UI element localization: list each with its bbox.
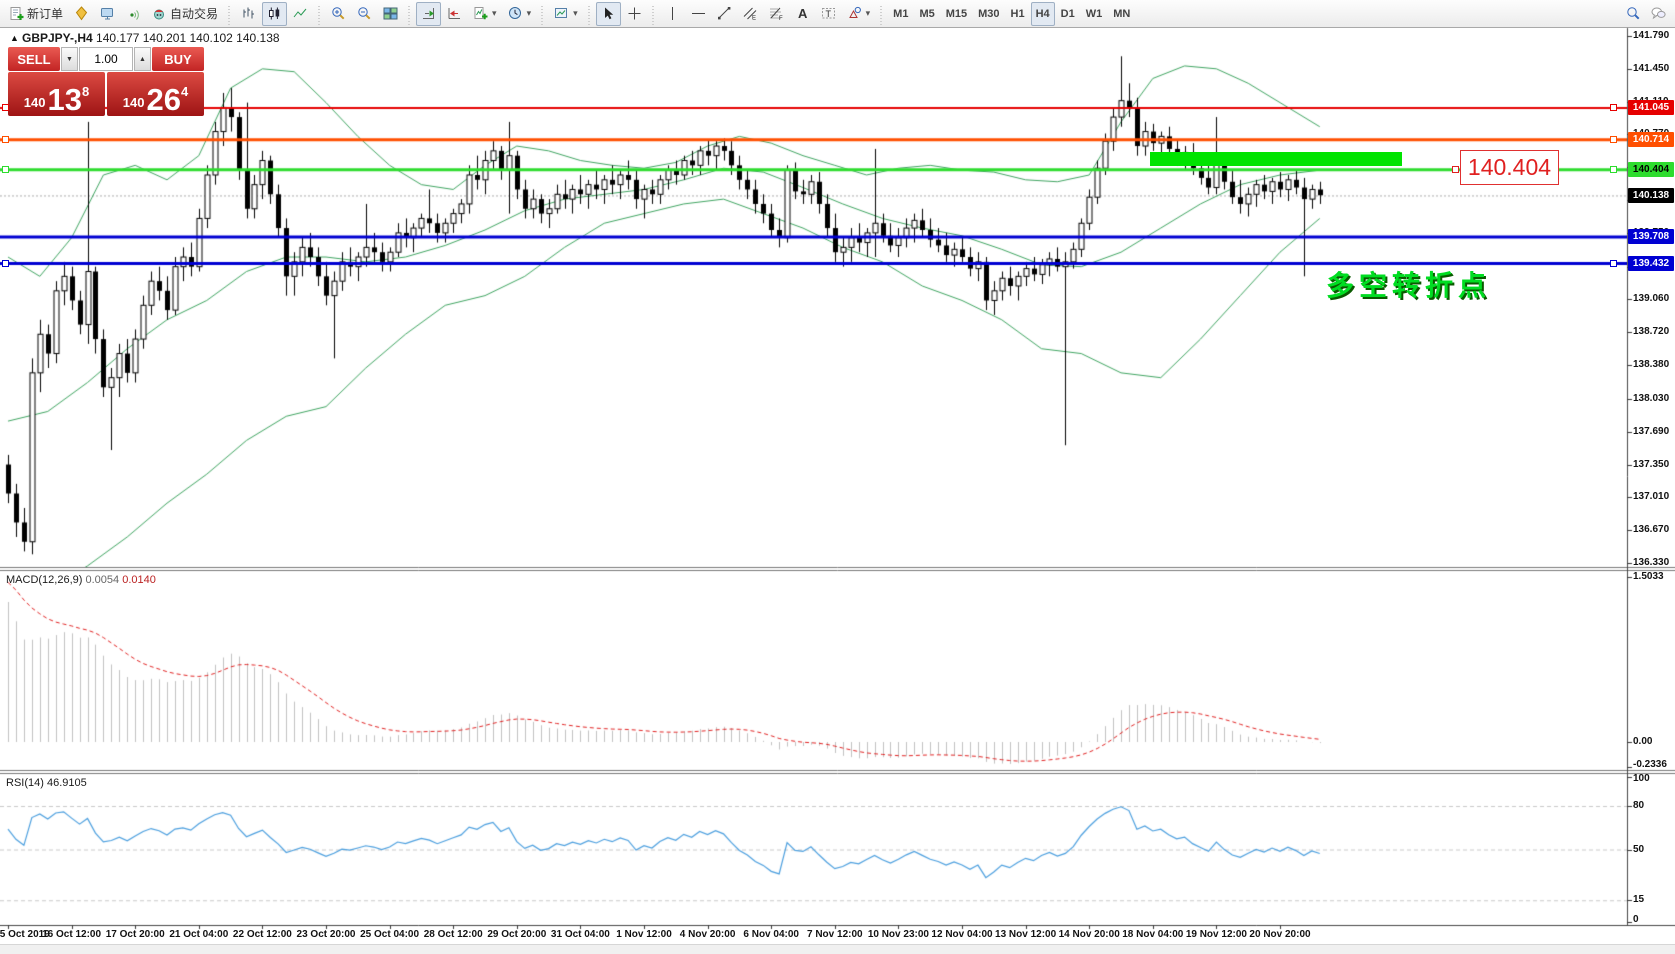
time-tick-label: 21 Oct 04:00 [169, 929, 228, 940]
hline-handle[interactable] [2, 104, 9, 111]
rsi-tick-label: 50 [1633, 844, 1644, 855]
one-click-collapse-icon[interactable]: ▲ [10, 33, 19, 43]
price-tick-label: 136.330 [1633, 557, 1669, 568]
macd-main-value: 0.0054 [85, 574, 119, 586]
time-tick-label: 17 Oct 20:00 [106, 929, 165, 940]
time-tick-label: 19 Nov 12:00 [1186, 929, 1247, 940]
price-tag-141.045: 141.045 [1628, 100, 1674, 115]
macd-name: MACD(12,26,9) [6, 574, 82, 586]
sell-price-big: 13 [47, 87, 81, 113]
volume-decrease-button[interactable]: ▼ [61, 47, 78, 71]
highlight-zone-object[interactable] [1150, 152, 1402, 166]
price-tag-140.714: 140.714 [1628, 132, 1674, 147]
price-tick-label: 137.690 [1633, 426, 1669, 437]
hline-handle[interactable] [2, 166, 9, 173]
terminal-window: 新订单自动交易▾▾▾EFAT▾M1M5M15M30H1H4D1W1MN ▲ GB… [0, 0, 1675, 954]
time-tick-label: 28 Oct 12:00 [424, 929, 483, 940]
hline-handle[interactable] [1610, 260, 1617, 267]
rsi-tick-label: 80 [1633, 800, 1644, 811]
price-tick-label: 137.350 [1633, 459, 1669, 470]
time-tick-label: 1 Nov 12:00 [616, 929, 672, 940]
time-tick-label: 13 Nov 12:00 [995, 929, 1056, 940]
rsi-tick-label: 15 [1633, 894, 1644, 905]
chart-canvas[interactable] [0, 0, 1675, 954]
time-tick-label: 29 Oct 20:00 [487, 929, 546, 940]
callout-anchor-handle[interactable] [1452, 166, 1459, 173]
hline-handle[interactable] [1610, 104, 1617, 111]
price-tick-label: 138.720 [1633, 326, 1669, 337]
price-tick-label: 141.790 [1633, 30, 1669, 41]
time-tick-label: 4 Nov 20:00 [680, 929, 736, 940]
macd-legend: MACD(12,26,9) 0.0054 0.0140 [6, 574, 156, 586]
time-tick-label: 14 Nov 20:00 [1059, 929, 1120, 940]
time-tick-label: 6 Nov 04:00 [743, 929, 799, 940]
macd-tick-label: -0.2336 [1633, 759, 1667, 770]
price-tag-140.138: 140.138 [1628, 188, 1674, 203]
price-tick-label: 138.380 [1633, 359, 1669, 370]
price-callout-label[interactable]: 140.404 [1460, 150, 1559, 185]
buy-price-main: 140 [123, 95, 145, 110]
time-tick-label: 23 Oct 20:00 [297, 929, 356, 940]
time-tick-label: 12 Nov 04:00 [931, 929, 992, 940]
buy-button[interactable]: BUY [152, 47, 204, 71]
time-tick-label: 10 Nov 23:00 [868, 929, 929, 940]
time-tick-label: 20 Nov 20:00 [1249, 929, 1310, 940]
one-click-trading-panel: SELL ▼ ▲ BUY 140 13 8 140 26 4 [8, 47, 204, 116]
price-tick-label: 138.030 [1633, 393, 1669, 404]
price-tick-label: 139.060 [1633, 293, 1669, 304]
time-tick-label: 25 Oct 04:00 [360, 929, 419, 940]
rsi-value: 46.9105 [47, 777, 87, 789]
hline-handle[interactable] [2, 260, 9, 267]
window-bottom-edge [0, 944, 1675, 954]
price-tick-label: 141.450 [1633, 63, 1669, 74]
macd-tick-label: 1.5033 [1633, 571, 1664, 582]
sell-price-main: 140 [24, 95, 46, 110]
rsi-tick-label: 100 [1633, 773, 1650, 784]
price-tag-140.404: 140.404 [1628, 162, 1674, 177]
symbol-title: GBPJPY-,H4 [22, 31, 93, 45]
time-tick-label: 16 Oct 12:00 [42, 929, 101, 940]
price-tag-139.708: 139.708 [1628, 229, 1674, 244]
hline-handle[interactable] [1610, 136, 1617, 143]
rsi-tick-label: 0 [1633, 914, 1639, 925]
time-tick-label: 31 Oct 04:00 [551, 929, 610, 940]
buy-price-sup: 4 [181, 84, 188, 99]
rsi-legend: RSI(14) 46.9105 [6, 777, 87, 789]
macd-tick-label: 0.00 [1633, 736, 1652, 747]
sell-button[interactable]: SELL [8, 47, 60, 71]
hline-handle[interactable] [2, 136, 9, 143]
volume-input[interactable] [79, 47, 133, 71]
price-tick-label: 137.010 [1633, 491, 1669, 502]
volume-increase-button[interactable]: ▲ [134, 47, 151, 71]
ohlc-values: 140.177 140.201 140.102 140.138 [96, 31, 280, 45]
price-tag-139.432: 139.432 [1628, 256, 1674, 271]
time-tick-label: 22 Oct 12:00 [233, 929, 292, 940]
sell-price-display: 140 13 8 [8, 72, 105, 116]
buy-price-big: 26 [146, 87, 180, 113]
hline-handle[interactable] [1610, 166, 1617, 173]
buy-price-display: 140 26 4 [107, 72, 204, 116]
rsi-name: RSI(14) [6, 777, 44, 789]
chart-legend: GBPJPY-,H4 140.177 140.201 140.102 140.1… [22, 31, 280, 45]
time-tick-label: 7 Nov 12:00 [807, 929, 863, 940]
price-tick-label: 136.670 [1633, 524, 1669, 535]
time-tick-label: 18 Nov 04:00 [1122, 929, 1183, 940]
chart-annotation-text[interactable]: 多空转折点 [1326, 264, 1491, 304]
sell-price-sup: 8 [82, 84, 89, 99]
macd-signal-value: 0.0140 [122, 574, 156, 586]
